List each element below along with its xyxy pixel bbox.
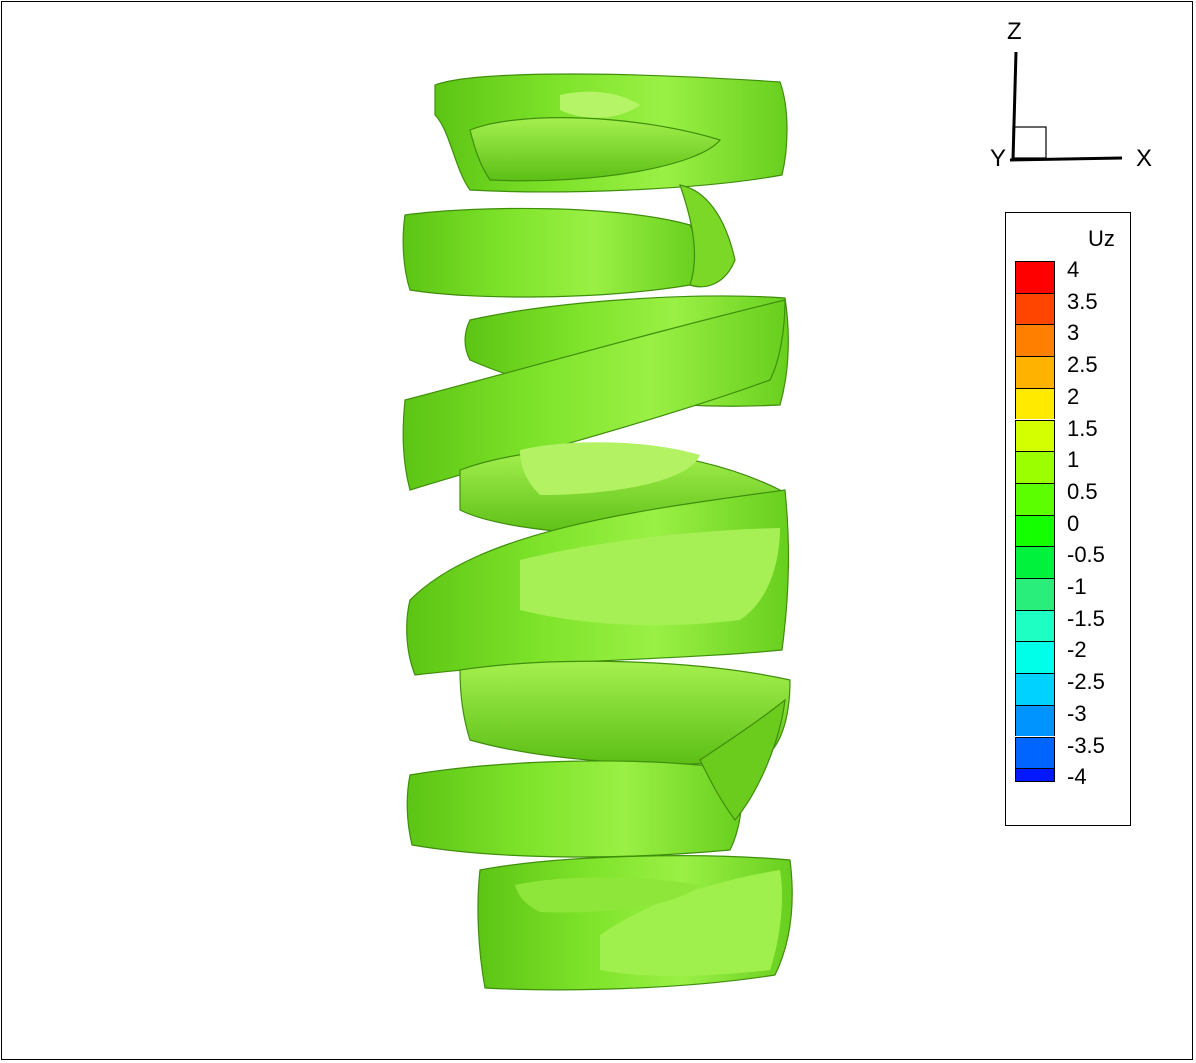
legend-tick-label: -4 (1067, 764, 1087, 790)
legend-tick-label: -1.5 (1067, 605, 1105, 631)
legend-swatch (1015, 482, 1055, 515)
legend-tick-label: -3.5 (1067, 732, 1105, 758)
legend-swatch (1015, 704, 1055, 737)
isosurface (402, 73, 793, 991)
y-axis-label: Y (990, 145, 1007, 172)
legend-tick-label: 1.5 (1067, 415, 1098, 441)
legend-swatch (1015, 546, 1055, 578)
legend-tick-label: 3 (1067, 320, 1080, 346)
legend-tick-label: 2 (1067, 383, 1080, 409)
x-axis-label: X (1136, 145, 1153, 172)
legend-tick-label: -3 (1067, 700, 1087, 726)
legend-tick-label: -1 (1067, 574, 1087, 599)
legend-swatch (1015, 609, 1055, 642)
legend-swatch (1015, 641, 1055, 674)
legend-swatch (1015, 292, 1055, 325)
legend-swatch (1015, 356, 1055, 388)
axis-triad (1009, 51, 1123, 162)
legend-tick-label: 2.5 (1067, 352, 1098, 378)
legend-tick-label: 1 (1067, 447, 1080, 473)
legend-tick-label: 3.5 (1067, 288, 1098, 314)
z-axis-label: Z (1007, 18, 1022, 45)
legend-tick-label: 0.5 (1067, 478, 1098, 504)
legend-tick-label: -0.5 (1067, 542, 1105, 568)
legend-tick-label: 4 (1067, 257, 1080, 282)
legend-swatch (1015, 514, 1055, 547)
legend-swatch (1015, 419, 1055, 452)
legend-swatch (1015, 736, 1055, 769)
legend-swatch (1015, 768, 1055, 783)
legend-swatch (1015, 387, 1055, 420)
legend-tick-label: -2 (1067, 637, 1087, 663)
legend-tick-label: -2.5 (1067, 669, 1105, 695)
legend-tick-label: 0 (1067, 510, 1080, 536)
legend-title: Uz (1088, 226, 1115, 251)
legend-swatch (1015, 673, 1055, 705)
legend-swatch (1015, 451, 1055, 483)
legend-swatch (1015, 261, 1055, 293)
color-legend: Uz 4 3.5 3 2.5 2 1.5 1 0.5 0 -0.5 -1 -1.5 -2 -2.5 -3 -3… (1005, 212, 1131, 826)
legend-swatch (1015, 324, 1055, 357)
legend-swatch (1015, 578, 1055, 610)
